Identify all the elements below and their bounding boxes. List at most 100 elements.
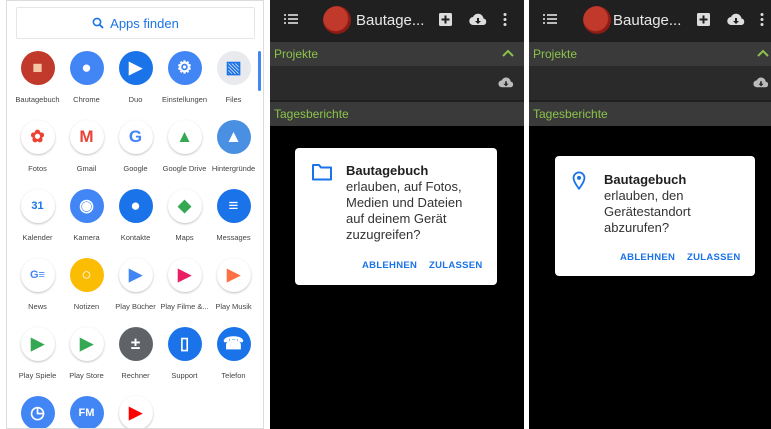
section-projects[interactable]: Projekte xyxy=(529,42,771,66)
app-launcher-item[interactable]: ■ Bautagebuch xyxy=(13,51,62,104)
menu-icon[interactable] xyxy=(543,12,557,26)
app-launcher-item[interactable]: ✿ Fotos xyxy=(13,120,62,173)
drive-icon-glyph: ▲ xyxy=(176,127,193,146)
youtube-icon-glyph: ▶ xyxy=(128,403,143,422)
app-launcher-item[interactable]: G Google xyxy=(111,120,160,173)
dialog-message: erlauben, auf Fotos, Medien und Dateien … xyxy=(346,179,462,243)
contacts-icon-glyph: ● xyxy=(130,196,141,215)
section-projects[interactable]: Projekte xyxy=(270,42,524,66)
deny-button[interactable]: ABLEHNEN xyxy=(620,252,675,263)
news-icon: G≡ xyxy=(20,258,55,292)
app-launcher-item[interactable]: ▶ Play Store xyxy=(62,327,111,380)
app-launcher-item[interactable]: ◷ xyxy=(13,396,62,428)
location-pin-icon xyxy=(572,171,586,191)
app-launcher-item[interactable]: ☎ Telefon xyxy=(209,327,258,380)
files-icon-glyph: ▧ xyxy=(225,58,242,77)
app-drawer-panel: Apps finden ■ Bautagebuch ● Chrome ▶ Duo ⚙ Eins… xyxy=(6,0,264,429)
dialog-title: Bautagebuch xyxy=(346,163,429,178)
app-launcher-item[interactable]: 31 Kalender xyxy=(13,189,62,242)
app-logo xyxy=(583,6,611,34)
section-projects-label: Projekte xyxy=(274,47,319,61)
app-label: Rechner xyxy=(121,371,150,380)
cloud-download-icon[interactable] xyxy=(753,76,769,89)
bautagebuch-icon-glyph: ■ xyxy=(32,58,43,77)
allow-button[interactable]: ZULASSEN xyxy=(429,260,483,271)
app-search-bar[interactable]: Apps finden xyxy=(16,7,255,39)
more-options-icon[interactable] xyxy=(759,12,765,27)
app-launcher-item[interactable]: ▧ Files xyxy=(209,51,258,104)
app-launcher-item[interactable]: ± Rechner xyxy=(111,327,160,380)
app-launcher-item[interactable]: ▶ Play Bücher xyxy=(111,258,160,311)
google-icon: G xyxy=(118,120,153,154)
dialog-message-line: zuzugreifen? xyxy=(346,227,421,242)
calculator-icon: ± xyxy=(118,327,153,361)
app-label: Bautagebuch xyxy=(15,95,60,104)
files-icon: ▧ xyxy=(216,51,251,85)
chevron-up-icon[interactable] xyxy=(757,48,769,58)
app-launcher-item[interactable]: M Gmail xyxy=(62,120,111,173)
chrome-icon-glyph: ● xyxy=(81,58,92,77)
app-label: Kalender xyxy=(22,233,53,242)
app-label: Einstellungen xyxy=(161,95,208,104)
add-icon[interactable] xyxy=(696,12,711,27)
cloud-download-icon[interactable] xyxy=(727,12,745,27)
app-launcher-item[interactable]: ⚙ Einstellungen xyxy=(160,51,209,104)
app-launcher-item[interactable]: ○ Notizen xyxy=(62,258,111,311)
app-launcher-item[interactable]: ▯ Support xyxy=(160,327,209,380)
app-label: Play Filme &... xyxy=(160,302,209,311)
app-label: Messages xyxy=(216,233,251,242)
app-launcher-item[interactable]: ≡ Messages xyxy=(209,189,258,242)
app-launcher-item[interactable]: ▲ Hintergründe xyxy=(209,120,258,173)
app-launcher-item[interactable]: FM xyxy=(62,396,111,428)
app-launcher-item[interactable]: ▶ Play Musik xyxy=(209,258,258,311)
duo-icon: ▶ xyxy=(118,51,153,85)
app-label: Maps xyxy=(175,233,194,242)
app-launcher-item[interactable]: ▶ Play Filme &... xyxy=(160,258,209,311)
toolbar-title: Bautage... xyxy=(613,12,682,29)
duo-icon-glyph: ▶ xyxy=(128,58,143,77)
app-launcher-item[interactable]: ◆ Maps xyxy=(160,189,209,242)
search-icon xyxy=(92,17,104,29)
section-projects-label: Projekte xyxy=(533,47,578,61)
app-label: Files xyxy=(225,95,242,104)
app-label: Duo xyxy=(128,95,143,104)
keep-icon-glyph: ○ xyxy=(81,265,92,284)
cloud-download-icon[interactable] xyxy=(469,12,487,27)
chevron-up-icon[interactable] xyxy=(502,48,514,58)
more-options-icon[interactable] xyxy=(502,12,508,27)
phone-icon: ☎ xyxy=(216,327,251,361)
app-label: Kontakte xyxy=(120,233,151,242)
play-movies-icon-glyph: ▶ xyxy=(177,265,192,284)
allow-button[interactable]: ZULASSEN xyxy=(687,252,741,263)
support-icon: ▯ xyxy=(167,327,202,361)
folder-icon xyxy=(312,164,332,181)
app-label: Play Musik xyxy=(215,302,252,311)
app-logo xyxy=(323,6,351,34)
app-launcher-item[interactable]: ● Chrome xyxy=(62,51,111,104)
section-daily-reports[interactable]: Tagesberichte xyxy=(270,102,524,126)
app-search-label: Apps finden xyxy=(110,15,179,31)
app-launcher-item[interactable]: ▶ Play Spiele xyxy=(13,327,62,380)
menu-icon[interactable] xyxy=(284,12,298,26)
app-launcher-item[interactable]: G≡ News xyxy=(13,258,62,311)
projects-row xyxy=(529,66,771,100)
permission-dialog-storage: Bautagebuch erlauben, auf Fotos, Medien … xyxy=(295,148,497,285)
photos-icon: ✿ xyxy=(20,120,55,154)
app-launcher-item[interactable]: ▲ Google Drive xyxy=(160,120,209,173)
support-icon-glyph: ▯ xyxy=(179,334,190,353)
dialog-message: erlauben, den Gerätestandort abzurufen? xyxy=(604,188,691,236)
deny-button[interactable]: ABLEHNEN xyxy=(362,260,417,271)
cloud-download-icon[interactable] xyxy=(498,76,514,89)
section-daily-reports[interactable]: Tagesberichte xyxy=(529,102,771,126)
scrollbar[interactable] xyxy=(258,51,261,91)
app-launcher-item[interactable]: ● Kontakte xyxy=(111,189,160,242)
app-launcher-item[interactable]: ▶ Duo xyxy=(111,51,160,104)
maps-icon: ◆ xyxy=(167,189,202,223)
contacts-icon: ● xyxy=(118,189,153,223)
app-label: Gmail xyxy=(76,164,97,173)
youtube-icon: ▶ xyxy=(118,396,153,428)
app-launcher-item[interactable]: ▶ xyxy=(111,396,160,428)
add-icon[interactable] xyxy=(438,12,453,27)
gmail-icon-glyph: M xyxy=(79,127,94,146)
app-launcher-item[interactable]: ◉ Kamera xyxy=(62,189,111,242)
